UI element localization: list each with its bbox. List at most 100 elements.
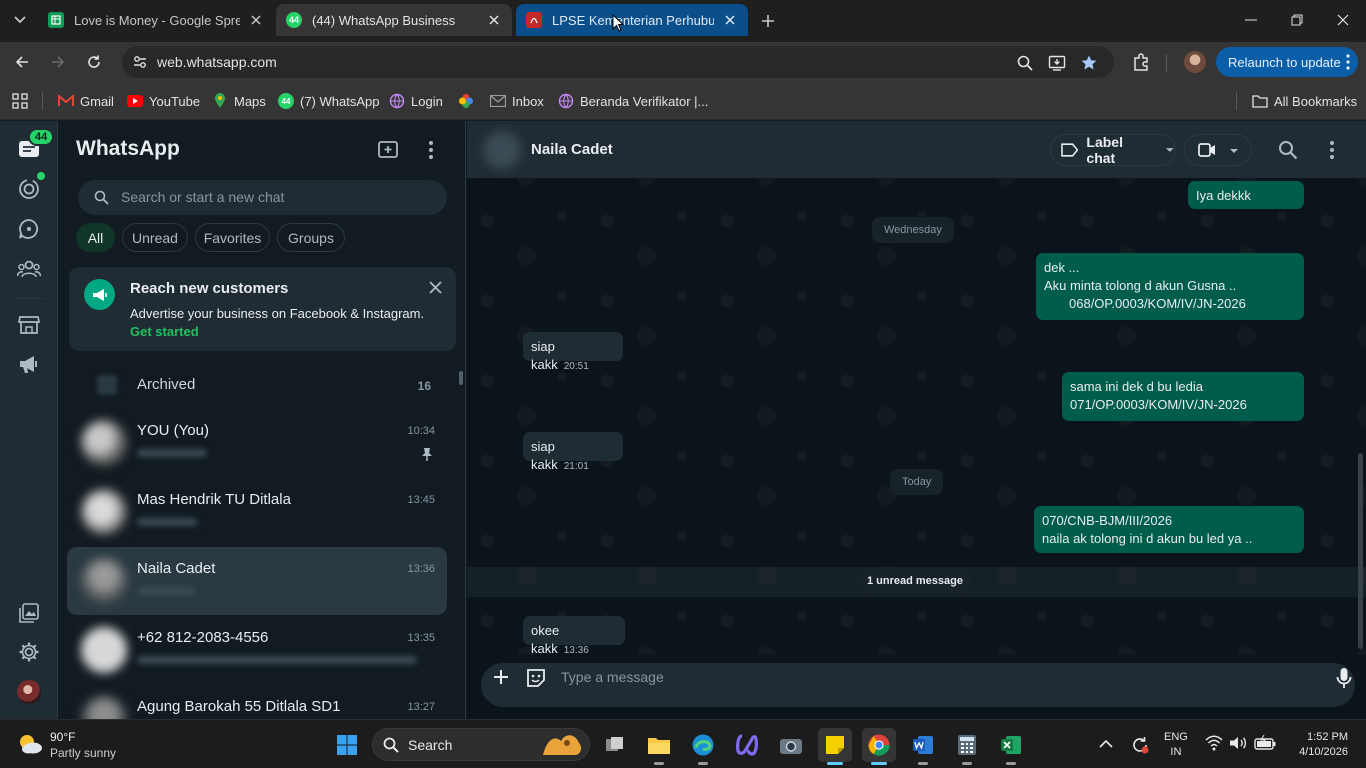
settings-nav[interactable] [17, 640, 41, 664]
message-incoming[interactable]: siap kakk 20:51 [523, 332, 623, 372]
channels-nav[interactable] [17, 217, 41, 241]
message-outgoing[interactable]: Iya dekkk [1188, 181, 1304, 209]
list-item-selected[interactable]: Naila Cadet 13:36 [67, 547, 447, 615]
message-outgoing[interactable]: 070/CNB-BJM/III/2026 naila ak tolong ini… [1034, 506, 1304, 553]
search-input[interactable]: Search or start a new chat [78, 180, 447, 215]
label-chat-button[interactable]: Label chat [1050, 134, 1176, 166]
install-app-icon[interactable] [1048, 54, 1066, 72]
wifi-icon[interactable] [1205, 735, 1223, 751]
status-nav[interactable] [17, 177, 41, 201]
weather-widget[interactable]: 90°F Partly sunny [16, 728, 126, 762]
taskbar-sticky-notes[interactable] [818, 728, 852, 765]
communities-nav[interactable] [17, 257, 41, 281]
conversation-scrollbar[interactable] [1358, 453, 1363, 649]
new-tab-button[interactable] [758, 11, 778, 31]
taskbar-edge[interactable] [686, 728, 720, 765]
tab-lpse[interactable]: LPSE Kementerian Perhubungan [516, 4, 748, 36]
tab-whatsapp-business[interactable]: 44 (44) WhatsApp Business [276, 4, 512, 36]
taskbar-search[interactable]: Search [372, 728, 590, 761]
bookmark-star-icon[interactable] [1080, 54, 1098, 72]
address-bar[interactable]: web.whatsapp.com [122, 46, 1114, 78]
taskbar-excel[interactable] [994, 728, 1028, 765]
input-language[interactable]: ENG IN [1164, 730, 1188, 760]
menu-icon[interactable] [1322, 140, 1342, 160]
filter-favorites[interactable]: Favorites [195, 223, 270, 252]
filter-unread[interactable]: Unread [122, 223, 188, 252]
scrollbar-thumb[interactable] [459, 371, 463, 385]
restore-button[interactable] [1274, 0, 1320, 40]
list-item[interactable]: +62 812-2083-4556 13:35 [67, 616, 447, 684]
search-icon[interactable] [1278, 140, 1298, 160]
all-bookmarks[interactable]: All Bookmarks [1252, 92, 1357, 110]
message-outgoing[interactable]: dek ... Aku minta tolong d akun Gusna ..… [1036, 253, 1304, 320]
profile-avatar[interactable] [17, 680, 41, 704]
sync-icon[interactable] [1130, 735, 1150, 755]
tab-search-button[interactable] [6, 8, 34, 32]
message-outgoing[interactable]: sama ini dek d bu ledia 071/OP.0003/KOM/… [1062, 372, 1304, 421]
bookmark-label: Inbox [512, 93, 544, 109]
ads-nav[interactable] [17, 352, 41, 376]
avatar [81, 489, 127, 535]
zoom-icon[interactable] [1016, 54, 1034, 72]
chat-list-scrollbar[interactable] [457, 365, 463, 719]
tab-close-icon[interactable] [722, 12, 738, 28]
message-incoming[interactable]: okee kakk 13:36 [523, 616, 625, 656]
sticker-icon[interactable] [525, 667, 547, 689]
promo-card[interactable]: Reach new customers Advertise your busin… [69, 267, 456, 351]
bookmark-login[interactable]: Login [389, 92, 443, 110]
bookmark-inbox[interactable]: Inbox [490, 92, 544, 110]
bookmark-whatsapp[interactable]: 44 (7) WhatsApp [278, 92, 379, 110]
windows-taskbar: 90°F Partly sunny Search ENG IN 1:52 PM … [0, 719, 1366, 768]
filter-groups[interactable]: Groups [277, 223, 345, 252]
bookmark-photos[interactable] [458, 92, 480, 110]
taskbar-calculator[interactable] [950, 728, 984, 765]
battery-icon[interactable] [1254, 735, 1276, 751]
forward-button[interactable] [46, 50, 70, 74]
message-incoming[interactable]: siap kakk 21:01 [523, 432, 623, 472]
promo-link[interactable]: Get started [130, 324, 199, 339]
start-button[interactable] [330, 728, 364, 762]
tab-google-sheets[interactable]: Love is Money - Google Spreadsheet [38, 4, 274, 36]
microphone-icon[interactable] [1336, 667, 1352, 689]
task-view-button[interactable] [598, 728, 632, 762]
video-call-button[interactable] [1184, 134, 1252, 166]
apps-grid-icon[interactable] [12, 93, 28, 109]
extensions-icon[interactable] [1131, 52, 1151, 72]
volume-icon[interactable] [1229, 735, 1247, 751]
message-input[interactable]: Type a message [561, 669, 664, 685]
archived-row[interactable]: Archived 16 [67, 361, 447, 409]
reload-button[interactable] [82, 50, 106, 74]
taskbar-camera[interactable] [774, 728, 808, 762]
tab-close-icon[interactable] [248, 12, 264, 28]
system-clock[interactable]: 1:52 PM 4/10/2026 [1290, 730, 1348, 760]
menu-icon[interactable] [420, 139, 442, 161]
tab-close-icon[interactable] [486, 12, 502, 28]
list-item[interactable]: YOU (You) 10:34 [67, 409, 447, 477]
list-item[interactable]: Mas Hendrik TU Ditlala 13:45 [67, 478, 447, 546]
relaunch-button[interactable]: Relaunch to update [1216, 47, 1358, 77]
media-nav[interactable] [17, 601, 41, 625]
filter-all[interactable]: All [76, 223, 115, 252]
taskbar-chrome[interactable] [862, 728, 896, 765]
new-chat-icon[interactable] [377, 139, 399, 161]
weather-temp: 90°F [50, 730, 76, 744]
contact-avatar[interactable] [483, 131, 521, 169]
bookmark-gmail[interactable]: Gmail [58, 92, 114, 110]
back-button[interactable] [10, 50, 34, 74]
chevron-up-icon[interactable] [1099, 739, 1113, 749]
close-window-button[interactable] [1320, 0, 1366, 40]
contact-name[interactable]: Naila Cadet [531, 141, 613, 158]
taskbar-word[interactable] [906, 728, 940, 765]
bookmark-youtube[interactable]: YouTube [127, 92, 200, 110]
list-item[interactable]: Agung Barokah 55 Ditlala SD1 13:27 [67, 685, 447, 719]
profile-avatar[interactable] [1184, 51, 1206, 73]
site-info-icon[interactable] [132, 54, 148, 70]
bookmark-beranda[interactable]: Beranda Verifikator |... [558, 92, 708, 110]
close-icon[interactable] [429, 281, 442, 294]
taskbar-copilot[interactable] [730, 728, 764, 762]
catalog-nav[interactable] [17, 313, 41, 337]
taskbar-file-explorer[interactable] [642, 728, 676, 765]
minimize-button[interactable] [1228, 0, 1274, 40]
attach-plus-icon[interactable] [491, 667, 511, 687]
bookmark-maps[interactable]: Maps [212, 92, 266, 110]
